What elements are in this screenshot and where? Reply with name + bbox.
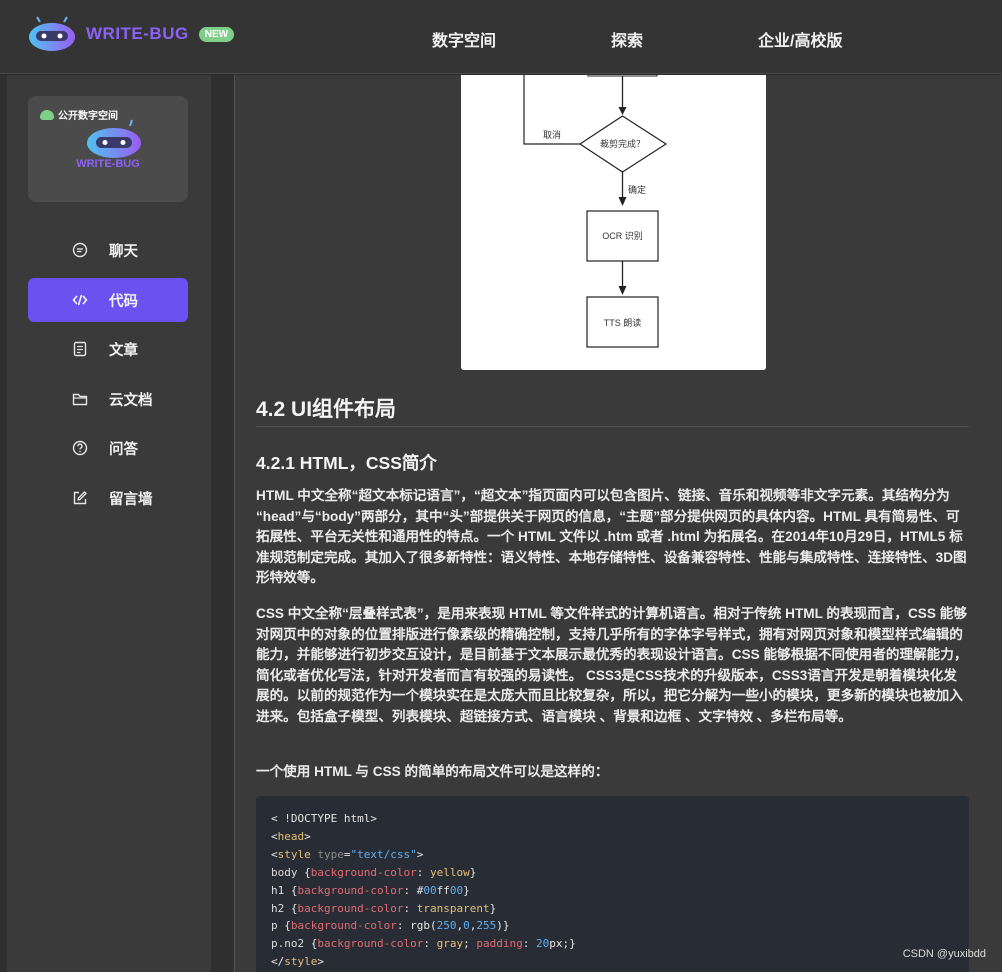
sidebar-item-message-wall[interactable]: 留言墙 — [28, 476, 188, 520]
edit-icon — [73, 491, 87, 505]
paragraph-example-intro: 一个使用 HTML 与 CSS 的简单的布局文件可以是这样的： — [256, 764, 609, 779]
chat-icon — [72, 242, 88, 258]
code-line: </style> — [271, 955, 324, 969]
code-block[interactable]: < !DOCTYPE html> <head> <style type="text/… — [256, 796, 969, 972]
flowchart-figure: 裁剪完成？ 取消 确定 OCR 识别 TTS 朗读 — [461, 75, 766, 370]
flowchart-decision-label: 裁剪完成？ — [600, 138, 645, 149]
paragraph-css-intro: CSS 中文全称“层叠样式表”，是用来表现 HTML 等文件样式的计算机语言。相… — [256, 606, 968, 724]
android-icon — [40, 109, 54, 120]
sidebar-scroll-track[interactable] — [212, 75, 234, 972]
subsection-heading: 4.2.1 HTML，CSS简介 — [256, 453, 437, 473]
sidebar-menu: 聊天 代码 文章 云文档 问答 留言墙 — [28, 228, 188, 526]
code-line: h1 {background-color: #00ff00} — [271, 883, 470, 897]
top-bar: WRITE-BUG NEW 数字空间 探索 企业/高校版 — [0, 0, 1002, 74]
code-line: <style type="text/css"> — [271, 847, 424, 861]
code-line: h2 {background-color: transparent} — [271, 901, 497, 915]
sidebar-item-cloud-docs[interactable]: 云文档 — [28, 377, 188, 421]
code-line: < !DOCTYPE html> — [271, 812, 377, 825]
section-heading: 4.2 UI组件布局 — [256, 398, 397, 421]
folder-icon — [72, 393, 88, 405]
sidebar-item-code[interactable]: 代码 — [28, 277, 188, 322]
sidebar-item-label: 问答 — [109, 442, 138, 459]
question-icon — [72, 441, 88, 456]
code-line: <head> — [271, 829, 311, 843]
promo-name: WRITE-BUG — [76, 158, 140, 170]
code-line: p.no2 {background-color: gray; padding: … — [271, 937, 576, 951]
nav-digital-space[interactable]: 数字空间 — [432, 27, 496, 51]
flowchart-confirm-label: 确定 — [628, 184, 646, 195]
sidebar-wrapper: 公开数字空间 WRITE-BUG 聊天 代码 文章 云文档 问答 留言墙 — [0, 75, 234, 972]
flowchart-tts-label: TTS 朗读 — [604, 317, 642, 328]
paragraph-html-intro: HTML 中文全称“超文本标记语言”，“超文本”指页面内可以包含图片、链接、音乐… — [256, 488, 967, 586]
sidebar-item-label: 留言墙 — [109, 491, 153, 508]
divider — [256, 426, 969, 427]
flowchart-ocr-label: OCR 识别 — [602, 231, 643, 241]
sidebar-item-label: 代码 — [109, 293, 138, 310]
code-line: p {background-color: rgb(250,0,255)} — [271, 919, 510, 933]
sidebar-item-chat[interactable]: 聊天 — [28, 228, 188, 272]
nav-enterprise[interactable]: 企业/高校版 — [758, 27, 842, 51]
sidebar-item-label: 云文档 — [109, 392, 153, 409]
sidebar-item-article[interactable]: 文章 — [28, 327, 188, 371]
sidebar: 公开数字空间 WRITE-BUG 聊天 代码 文章 云文档 问答 留言墙 — [7, 75, 211, 972]
sidebar-item-qa[interactable]: 问答 — [28, 426, 188, 470]
promo-card[interactable]: 公开数字空间 WRITE-BUG — [28, 96, 188, 202]
code-line: body {background-color: yellow} — [271, 865, 477, 879]
sidebar-item-label: 聊天 — [109, 244, 138, 260]
watermark: CSDN @yuxibdd — [902, 948, 986, 960]
sidebar-item-label: 文章 — [109, 343, 138, 360]
robot-logo-icon — [87, 119, 141, 158]
article-icon — [73, 341, 87, 357]
flowchart-cancel-label: 取消 — [543, 129, 561, 140]
code-icon — [72, 294, 88, 305]
nav-explore[interactable]: 探索 — [611, 27, 643, 51]
article-content: 裁剪完成？ 取消 确定 OCR 识别 TTS 朗读 4.2 UI组件布局 4.2… — [234, 75, 1002, 972]
top-nav: 数字空间 探索 企业/高校版 — [0, 0, 1002, 74]
